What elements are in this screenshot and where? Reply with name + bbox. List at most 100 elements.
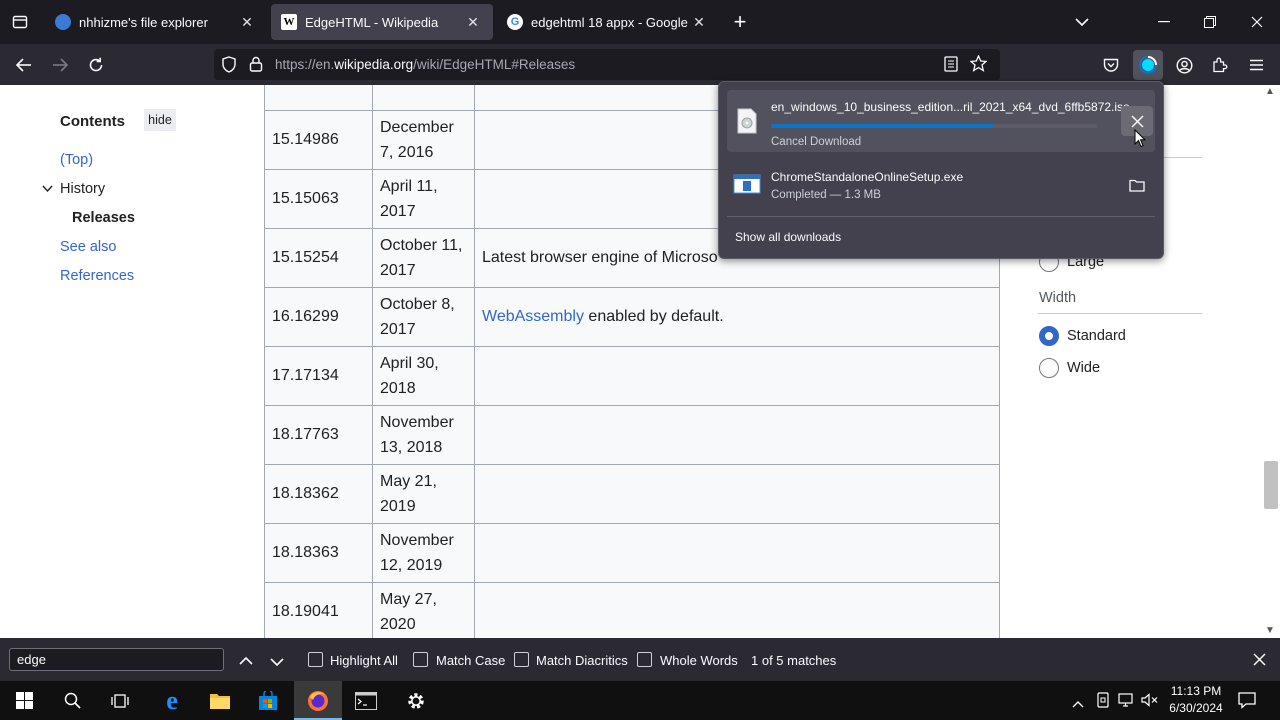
network-icon[interactable]: [1118, 693, 1135, 712]
table-row: 18.17763 November 13, 2018: [264, 404, 1000, 465]
pocket-icon[interactable]: [1096, 50, 1126, 80]
back-arrow-icon[interactable]: [9, 50, 39, 80]
device-tray-icon[interactable]: [1096, 692, 1110, 713]
date-cell: October 11, 2017: [372, 227, 475, 288]
scrollbar-thumb[interactable]: [1264, 461, 1278, 509]
close-tab-icon[interactable]: ✕: [237, 14, 257, 31]
settings-gear-icon[interactable]: [392, 681, 440, 720]
download-status: Completed — 1.3 MB: [771, 189, 881, 201]
download-item-iso[interactable]: en_windows_10_business_edition...ril_202…: [727, 90, 1155, 152]
whole-words-label[interactable]: Whole Words: [660, 653, 738, 668]
version-cell: 15.14986: [264, 109, 373, 170]
toc-heading: Contents: [60, 113, 125, 130]
volume-muted-icon[interactable]: [1141, 693, 1159, 712]
tracking-protection-shield-icon[interactable]: [221, 56, 237, 78]
toc-item-see-also[interactable]: See also: [60, 239, 116, 255]
toc-item-references[interactable]: References: [60, 268, 134, 284]
page-scrollbar[interactable]: [1262, 85, 1280, 638]
microsoft-store-icon[interactable]: [244, 681, 292, 720]
windows-taskbar: e 11:13 PM 6/30/2024: [0, 681, 1280, 720]
terminal-icon[interactable]: [342, 681, 390, 720]
new-tab-icon[interactable]: +: [726, 8, 754, 36]
minimize-icon[interactable]: [1146, 8, 1182, 36]
date-cell: October 8, 2017: [372, 286, 475, 347]
tab-file-explorer[interactable]: nhhizme's file explorer ✕: [45, 4, 267, 40]
version-cell: 18.17763: [264, 404, 373, 465]
match-case-checkbox[interactable]: [413, 652, 428, 667]
file-explorer-icon[interactable]: [196, 681, 244, 720]
extensions-icon[interactable]: [1205, 50, 1235, 80]
tab-title: EdgeHTML - Wikipedia: [305, 14, 439, 30]
lock-icon[interactable]: [249, 56, 263, 77]
bookmark-star-icon[interactable]: [969, 54, 988, 77]
webassembly-link[interactable]: WebAssembly: [482, 308, 584, 325]
table-row: 18.19041 May 27, 2020: [264, 581, 1000, 638]
find-previous-icon[interactable]: [239, 653, 253, 668]
match-case-label[interactable]: Match Case: [436, 653, 505, 668]
tab-wikipedia[interactable]: W EdgeHTML - Wikipedia ✕: [271, 4, 493, 40]
reader-view-icon[interactable]: [944, 56, 958, 77]
firefox-icon[interactable]: [294, 681, 342, 720]
match-diacritics-label[interactable]: Match Diacritics: [536, 653, 628, 668]
tab-title: edgehtml 18 appx - Google Sea: [531, 14, 689, 30]
notes-cell: [474, 581, 1000, 638]
account-icon[interactable]: [1169, 50, 1199, 80]
tab-google-search[interactable]: G edgehtml 18 appx - Google Sea ✕: [497, 4, 719, 40]
find-input[interactable]: [9, 648, 224, 671]
restore-icon[interactable]: [1192, 8, 1228, 36]
search-icon[interactable]: [48, 681, 96, 720]
list-all-tabs-icon[interactable]: [1068, 8, 1096, 36]
version-cell: 18.18363: [264, 522, 373, 583]
google-favicon-icon: G: [507, 14, 523, 30]
close-tab-icon[interactable]: ✕: [463, 14, 483, 31]
notes-cell: [474, 404, 1000, 465]
date-cell: April 30, 2018: [372, 345, 475, 406]
toc-item-history[interactable]: History: [60, 181, 105, 197]
start-windows-icon[interactable]: [0, 681, 48, 720]
width-heading: Width: [1039, 290, 1077, 306]
scroll-down-arrow-icon[interactable]: ▼: [1265, 625, 1275, 636]
task-view-icon[interactable]: [96, 681, 144, 720]
show-hidden-icons-chevron-icon[interactable]: [1072, 695, 1084, 713]
radio-wide[interactable]: [1039, 358, 1059, 378]
menu-hamburger-icon[interactable]: [1241, 50, 1271, 80]
downloads-button[interactable]: [1133, 50, 1163, 80]
forward-arrow-icon[interactable]: [45, 50, 75, 80]
toc-hide-button[interactable]: hide: [144, 109, 176, 131]
notifications-icon[interactable]: [1238, 691, 1256, 714]
close-window-icon[interactable]: [1239, 8, 1275, 36]
notes-cell: WebAssembly enabled by default.: [474, 286, 1000, 347]
radio-standard[interactable]: [1039, 326, 1059, 346]
close-find-bar-icon[interactable]: [1253, 653, 1266, 669]
reload-icon[interactable]: [81, 50, 111, 80]
highlight-all-checkbox[interactable]: [308, 652, 323, 667]
download-item-exe[interactable]: ChromeStandaloneOnlineSetup.exe Complete…: [727, 154, 1155, 216]
show-all-downloads-link[interactable]: Show all downloads: [735, 230, 841, 244]
notes-cell: [474, 522, 1000, 583]
notes-text: enabled by default.: [583, 308, 724, 325]
download-filename: en_windows_10_business_edition...ril_202…: [771, 100, 1130, 114]
show-in-folder-icon[interactable]: [1121, 170, 1153, 200]
date-cell: April 11, 2017: [372, 168, 475, 229]
table-row: 18.18363 November 12, 2019: [264, 522, 1000, 583]
system-clock[interactable]: 11:13 PM 6/30/2024: [1164, 683, 1228, 717]
whole-words-checkbox[interactable]: [637, 652, 652, 667]
chevron-down-icon[interactable]: [42, 180, 53, 198]
radio-label-wide: Wide: [1067, 360, 1101, 376]
scroll-up-arrow-icon[interactable]: ▲: [1265, 86, 1275, 97]
version-cell: 18.19041: [264, 581, 373, 638]
highlight-all-label[interactable]: Highlight All: [330, 653, 398, 668]
close-tab-icon[interactable]: ✕: [689, 14, 709, 31]
edge-legacy-icon[interactable]: e: [148, 681, 196, 720]
address-bar[interactable]: https://en.wikipedia.org/wiki/EdgeHTML#R…: [214, 49, 1000, 80]
table-row: 18.18362 May 21, 2019: [264, 463, 1000, 524]
date-cell: November 13, 2018: [372, 404, 475, 465]
toc-item-releases[interactable]: Releases: [72, 210, 135, 226]
toc-item-top[interactable]: (Top): [60, 152, 93, 168]
find-next-icon[interactable]: [270, 655, 284, 670]
match-diacritics-checkbox[interactable]: [514, 652, 529, 667]
firefox-view-icon[interactable]: [6, 8, 34, 36]
tab-title: nhhizme's file explorer: [79, 14, 208, 30]
radio-label-standard: Standard: [1067, 328, 1126, 344]
clock-date: 6/30/2024: [1169, 701, 1223, 715]
